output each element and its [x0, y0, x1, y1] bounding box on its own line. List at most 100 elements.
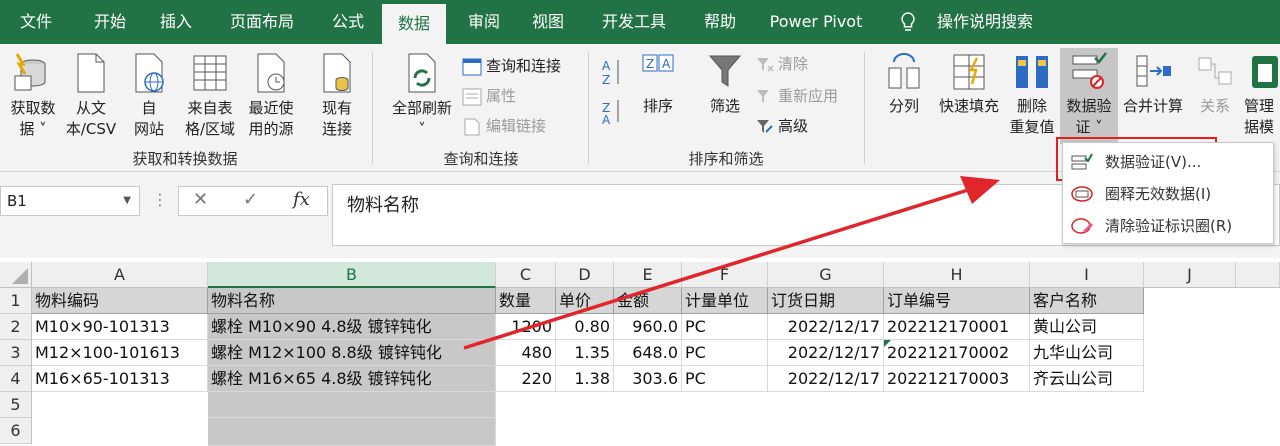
cell-g1[interactable]: 订货日期 — [768, 288, 884, 314]
sort-icons[interactable]: A Z Z A — [600, 56, 626, 124]
cell-b1[interactable]: 物料名称 — [208, 288, 496, 314]
cell-f2[interactable]: PC — [682, 314, 768, 340]
column-header-g[interactable]: G — [768, 262, 884, 288]
sort-button[interactable]: ZA 排序 — [632, 52, 684, 117]
filter-button[interactable]: 筛选 — [700, 52, 750, 117]
data-validation-button[interactable]: 数据验 证 ˅ — [1062, 52, 1116, 138]
name-box[interactable]: B1 ▼ — [0, 186, 140, 216]
cell-g3[interactable]: 2022/12/17 — [768, 340, 884, 366]
column-header-e[interactable]: E — [614, 262, 682, 288]
tab-file[interactable]: 文件 — [0, 0, 72, 44]
cell-g4[interactable]: 2022/12/17 — [768, 366, 884, 392]
insert-function-icon[interactable]: fx — [293, 189, 310, 210]
cell-c3[interactable]: 480 — [496, 340, 556, 366]
cell-h4[interactable]: 202212170003 — [884, 366, 1030, 392]
tell-me-search[interactable]: 操作说明搜索 — [930, 0, 1040, 44]
tab-page-layout[interactable]: 页面布局 — [214, 0, 310, 44]
chevron-down-icon[interactable]: ▼ — [123, 187, 131, 215]
consolidate-button[interactable]: 合并计算 — [1118, 52, 1188, 117]
cell-i3[interactable]: 九华山公司 — [1030, 340, 1144, 366]
recent-sources-button[interactable]: 最近使 用的源 — [242, 52, 300, 140]
column-header-h[interactable]: H — [884, 262, 1030, 288]
from-table-button[interactable]: 来自表 格/区域 — [178, 52, 242, 140]
menu-item-circle-invalid[interactable]: 圈释无效数据(I) — [1063, 179, 1273, 209]
cell-e3[interactable]: 648.0 — [614, 340, 682, 366]
menu-item-clear-circles-label: 清除验证标识圈(R) — [1105, 217, 1233, 235]
row-header-4[interactable]: 4 — [0, 366, 32, 392]
column-header-b[interactable]: B — [208, 262, 496, 288]
queries-connections-button[interactable]: 查询和连接 — [462, 54, 561, 78]
manage-data-model-button[interactable]: 管理 据模 — [1244, 52, 1280, 138]
edit-links-button[interactable]: 编辑链接 — [462, 114, 546, 138]
tab-help[interactable]: 帮助 — [692, 0, 748, 44]
relationships-button[interactable]: 关系 — [1192, 52, 1238, 117]
cell-h1[interactable]: 订单编号 — [884, 288, 1030, 314]
cell-i4[interactable]: 齐云山公司 — [1030, 366, 1144, 392]
column-header-c[interactable]: C — [496, 262, 556, 288]
cell-a3[interactable]: M12×100-101613 — [32, 340, 208, 366]
properties-button[interactable]: 属性 — [462, 84, 516, 108]
tab-power-pivot[interactable]: Power Pivot — [762, 0, 870, 44]
cell-b5[interactable] — [208, 392, 496, 418]
cell-d1[interactable]: 单价 — [556, 288, 614, 314]
cell-f4[interactable]: PC — [682, 366, 768, 392]
cell-c4[interactable]: 220 — [496, 366, 556, 392]
text-to-columns-button[interactable]: 分列 — [878, 52, 930, 117]
column-header-f[interactable]: F — [682, 262, 768, 288]
cell-a2[interactable]: M10×90-101313 — [32, 314, 208, 340]
remove-duplicates-button[interactable]: 删除 重复值 — [1006, 52, 1058, 138]
tab-data[interactable]: 数据 — [382, 4, 446, 44]
cell-e1[interactable]: 金额 — [614, 288, 682, 314]
from-web-button[interactable]: 自 网站 — [124, 52, 174, 140]
tab-developer[interactable]: 开发工具 — [590, 0, 678, 44]
cell-h2[interactable]: 202212170001 — [884, 314, 1030, 340]
tab-review[interactable]: 审阅 — [456, 0, 512, 44]
get-data-button[interactable]: 获取数 据 ˅ — [4, 52, 62, 140]
cell-c2[interactable]: 1200 — [496, 314, 556, 340]
cell-b6[interactable] — [208, 418, 496, 446]
cell-e4[interactable]: 303.6 — [614, 366, 682, 392]
cell-i2[interactable]: 黄山公司 — [1030, 314, 1144, 340]
cell-a4[interactable]: M16×65-101313 — [32, 366, 208, 392]
column-header-a[interactable]: A — [32, 262, 208, 288]
from-csv-button[interactable]: 从文 本/CSV — [62, 52, 120, 140]
column-header-i[interactable]: I — [1030, 262, 1144, 288]
cell-d4[interactable]: 1.38 — [556, 366, 614, 392]
tab-formulas[interactable]: 公式 — [320, 0, 376, 44]
column-header-k[interactable] — [1236, 262, 1280, 288]
cell-e2[interactable]: 960.0 — [614, 314, 682, 340]
refresh-all-button[interactable]: 全部刷新 ˅ — [386, 52, 458, 140]
cell-a1[interactable]: 物料编码 — [32, 288, 208, 314]
cell-b2[interactable]: 螺栓 M10×90 4.8级 镀锌钝化 — [208, 314, 496, 340]
row-header-1[interactable]: 1 — [0, 288, 32, 314]
cell-d3[interactable]: 1.35 — [556, 340, 614, 366]
row-header-3[interactable]: 3 — [0, 340, 32, 366]
cancel-icon[interactable]: ✕ — [193, 189, 208, 210]
tab-insert[interactable]: 插入 — [148, 0, 204, 44]
row-header-5[interactable]: 5 — [0, 392, 32, 418]
cell-g2[interactable]: 2022/12/17 — [768, 314, 884, 340]
column-header-d[interactable]: D — [556, 262, 614, 288]
cell-c1[interactable]: 数量 — [496, 288, 556, 314]
cell-f3[interactable]: PC — [682, 340, 768, 366]
clear-filter-button[interactable]: 清除 — [756, 52, 808, 76]
cell-d2[interactable]: 0.80 — [556, 314, 614, 340]
cell-h3[interactable]: 202212170002 — [884, 340, 1030, 366]
existing-connections-button[interactable]: 现有 连接 — [312, 52, 362, 140]
cell-b3[interactable]: 螺栓 M12×100 8.8级 镀锌钝化 — [208, 340, 496, 366]
row-header-2[interactable]: 2 — [0, 314, 32, 340]
reapply-button[interactable]: 重新应用 — [756, 84, 838, 108]
column-header-j[interactable]: J — [1144, 262, 1236, 288]
advanced-filter-button[interactable]: 高级 — [756, 114, 808, 138]
row-header-6[interactable]: 6 — [0, 418, 32, 444]
cell-i1[interactable]: 客户名称 — [1030, 288, 1144, 314]
menu-item-clear-circles[interactable]: 清除验证标识圈(R) — [1063, 211, 1273, 241]
tab-view[interactable]: 视图 — [520, 0, 576, 44]
menu-item-data-validation[interactable]: 数据验证(V)... — [1063, 147, 1273, 177]
flash-fill-button[interactable]: 快速填充 — [934, 52, 1004, 117]
cell-b4[interactable]: 螺栓 M16×65 4.8级 镀锌钝化 — [208, 366, 496, 392]
cell-f1[interactable]: 计量单位 — [682, 288, 768, 314]
tab-home[interactable]: 开始 — [82, 0, 138, 44]
select-all-corner[interactable] — [0, 262, 32, 288]
enter-icon[interactable]: ✓ — [243, 189, 258, 210]
